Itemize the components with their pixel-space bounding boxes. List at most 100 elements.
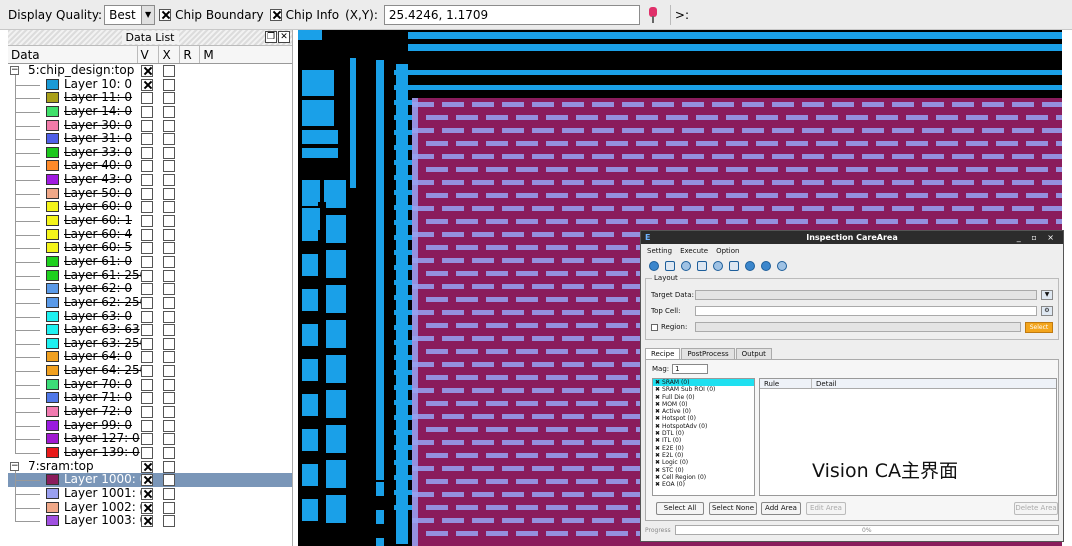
x-checkbox[interactable] <box>163 501 175 514</box>
category-item[interactable]: ✖ SRAM Sub ROI (0) <box>653 386 754 393</box>
visible-checkbox[interactable] <box>141 474 153 487</box>
chip-info-checkbox[interactable] <box>269 8 282 21</box>
collapse-icon[interactable]: − <box>10 66 19 75</box>
category-item[interactable]: ✖ Cell Region (0) <box>653 474 754 481</box>
visible-checkbox[interactable] <box>141 406 153 419</box>
save-icon[interactable] <box>729 261 739 271</box>
layer-row[interactable]: Layer 64: 0 <box>8 350 292 364</box>
xy-coordinate-input[interactable] <box>383 4 640 25</box>
layer-row[interactable]: Layer 139: 0 <box>8 445 292 460</box>
checkbox-checked-icon[interactable]: ✖ <box>655 467 660 474</box>
layer-color-swatch[interactable] <box>46 174 59 186</box>
chip-info-toggle[interactable]: Chip Info <box>269 8 339 22</box>
visible-checkbox[interactable] <box>141 433 153 446</box>
category-item[interactable]: ✖ E2E (0) <box>653 445 754 452</box>
edit-area-button[interactable]: Edit Area <box>806 502 846 515</box>
x-checkbox[interactable] <box>163 283 175 296</box>
target-data-select[interactable] <box>695 290 1037 300</box>
layer-color-swatch[interactable] <box>46 351 59 363</box>
layer-color-swatch[interactable] <box>46 269 59 281</box>
layer-color-swatch[interactable] <box>46 501 59 513</box>
visible-checkbox[interactable] <box>141 242 153 255</box>
x-checkbox[interactable] <box>163 215 175 228</box>
category-item[interactable]: ✖ SRAM (0) <box>653 379 754 387</box>
layer-row[interactable]: Layer 60: 5 <box>8 241 292 255</box>
x-checkbox[interactable] <box>163 228 175 241</box>
layer-row[interactable]: Layer 11: 0 <box>8 91 292 105</box>
pin-icon[interactable] <box>646 6 660 24</box>
layer-row[interactable]: Layer 63: 0 <box>8 309 292 324</box>
x-checkbox[interactable] <box>163 242 175 255</box>
layer-color-swatch[interactable] <box>46 324 59 336</box>
stop-icon[interactable] <box>777 261 787 271</box>
layer-color-swatch[interactable] <box>46 392 59 404</box>
checkbox-checked-icon[interactable]: ✖ <box>655 481 660 488</box>
visible-checkbox[interactable] <box>141 119 153 132</box>
layer-color-swatch[interactable] <box>46 296 59 308</box>
layer-color-swatch[interactable] <box>46 378 59 390</box>
checkbox-checked-icon[interactable]: ✖ <box>655 394 660 401</box>
column-header-m[interactable]: M <box>200 46 292 63</box>
x-checkbox[interactable] <box>163 324 175 337</box>
layer-row[interactable]: Layer 40: 0 <box>8 159 292 173</box>
x-checkbox[interactable] <box>163 174 175 187</box>
visible-checkbox[interactable] <box>141 337 153 350</box>
x-checkbox[interactable] <box>163 515 175 528</box>
open-icon[interactable] <box>665 261 675 271</box>
layer-color-swatch[interactable] <box>46 119 59 131</box>
x-checkbox[interactable] <box>163 419 175 432</box>
visible-checkbox[interactable] <box>141 105 153 118</box>
layer-color-swatch[interactable] <box>46 419 59 431</box>
visible-checkbox[interactable] <box>141 487 153 500</box>
x-checkbox[interactable] <box>163 92 175 105</box>
top-cell-input[interactable] <box>695 306 1037 316</box>
layer-row[interactable]: Layer 63: 63 <box>8 323 292 337</box>
layer-row[interactable]: Layer 72: 0 <box>8 404 292 419</box>
layer-color-swatch[interactable] <box>46 133 59 145</box>
category-item[interactable]: ✖ HotspotAdv (0) <box>653 423 754 430</box>
layer-color-swatch[interactable] <box>46 105 59 117</box>
region-input[interactable] <box>695 322 1021 332</box>
export-icon[interactable] <box>761 261 771 271</box>
refresh-icon[interactable] <box>681 261 691 271</box>
x-checkbox[interactable] <box>163 119 175 132</box>
layer-color-swatch[interactable] <box>46 255 59 267</box>
visible-checkbox[interactable] <box>141 392 153 405</box>
visible-checkbox[interactable] <box>141 160 153 173</box>
visible-checkbox[interactable] <box>141 201 153 214</box>
category-item[interactable]: ✖ E2L (0) <box>653 452 754 459</box>
add-icon[interactable] <box>745 261 755 271</box>
column-header-rule[interactable]: Rule <box>760 379 812 388</box>
x-checkbox[interactable] <box>163 378 175 391</box>
x-checkbox[interactable] <box>163 392 175 405</box>
visible-checkbox[interactable] <box>141 146 153 159</box>
mag-input[interactable]: 1 <box>672 364 709 374</box>
x-checkbox[interactable] <box>163 446 175 459</box>
visible-checkbox[interactable] <box>141 133 153 146</box>
float-icon[interactable]: ❐ <box>265 31 277 43</box>
visible-checkbox[interactable] <box>141 515 153 528</box>
visible-checkbox[interactable] <box>141 174 153 187</box>
visible-checkbox[interactable] <box>141 310 153 323</box>
menu-option[interactable]: Option <box>716 247 739 255</box>
visible-checkbox[interactable] <box>141 255 153 268</box>
layer-color-swatch[interactable] <box>46 92 59 104</box>
checkbox-checked-icon[interactable]: ✖ <box>655 386 660 393</box>
column-header-r[interactable]: R <box>180 46 201 63</box>
visible-checkbox[interactable] <box>141 419 153 432</box>
visible-checkbox[interactable] <box>141 296 153 309</box>
layer-row[interactable]: Layer 63: 250 <box>8 336 292 351</box>
visible-checkbox[interactable] <box>141 378 153 391</box>
visible-checkbox[interactable] <box>141 269 153 282</box>
category-item[interactable]: ✖ Logic (0) <box>653 459 754 466</box>
layer-color-swatch[interactable] <box>46 365 59 377</box>
delete-area-button[interactable]: Delete Area <box>1014 502 1058 515</box>
command-prompt[interactable]: >: <box>669 4 1068 25</box>
chip-boundary-checkbox[interactable] <box>159 8 172 21</box>
chevron-down-icon[interactable]: ▼ <box>141 5 155 24</box>
chip-boundary-toggle[interactable]: Chip Boundary <box>159 8 264 22</box>
category-item[interactable]: ✖ EOA (0) <box>653 481 754 488</box>
x-checkbox[interactable] <box>163 160 175 173</box>
visible-checkbox[interactable] <box>141 215 153 228</box>
visible-checkbox[interactable] <box>141 501 153 514</box>
